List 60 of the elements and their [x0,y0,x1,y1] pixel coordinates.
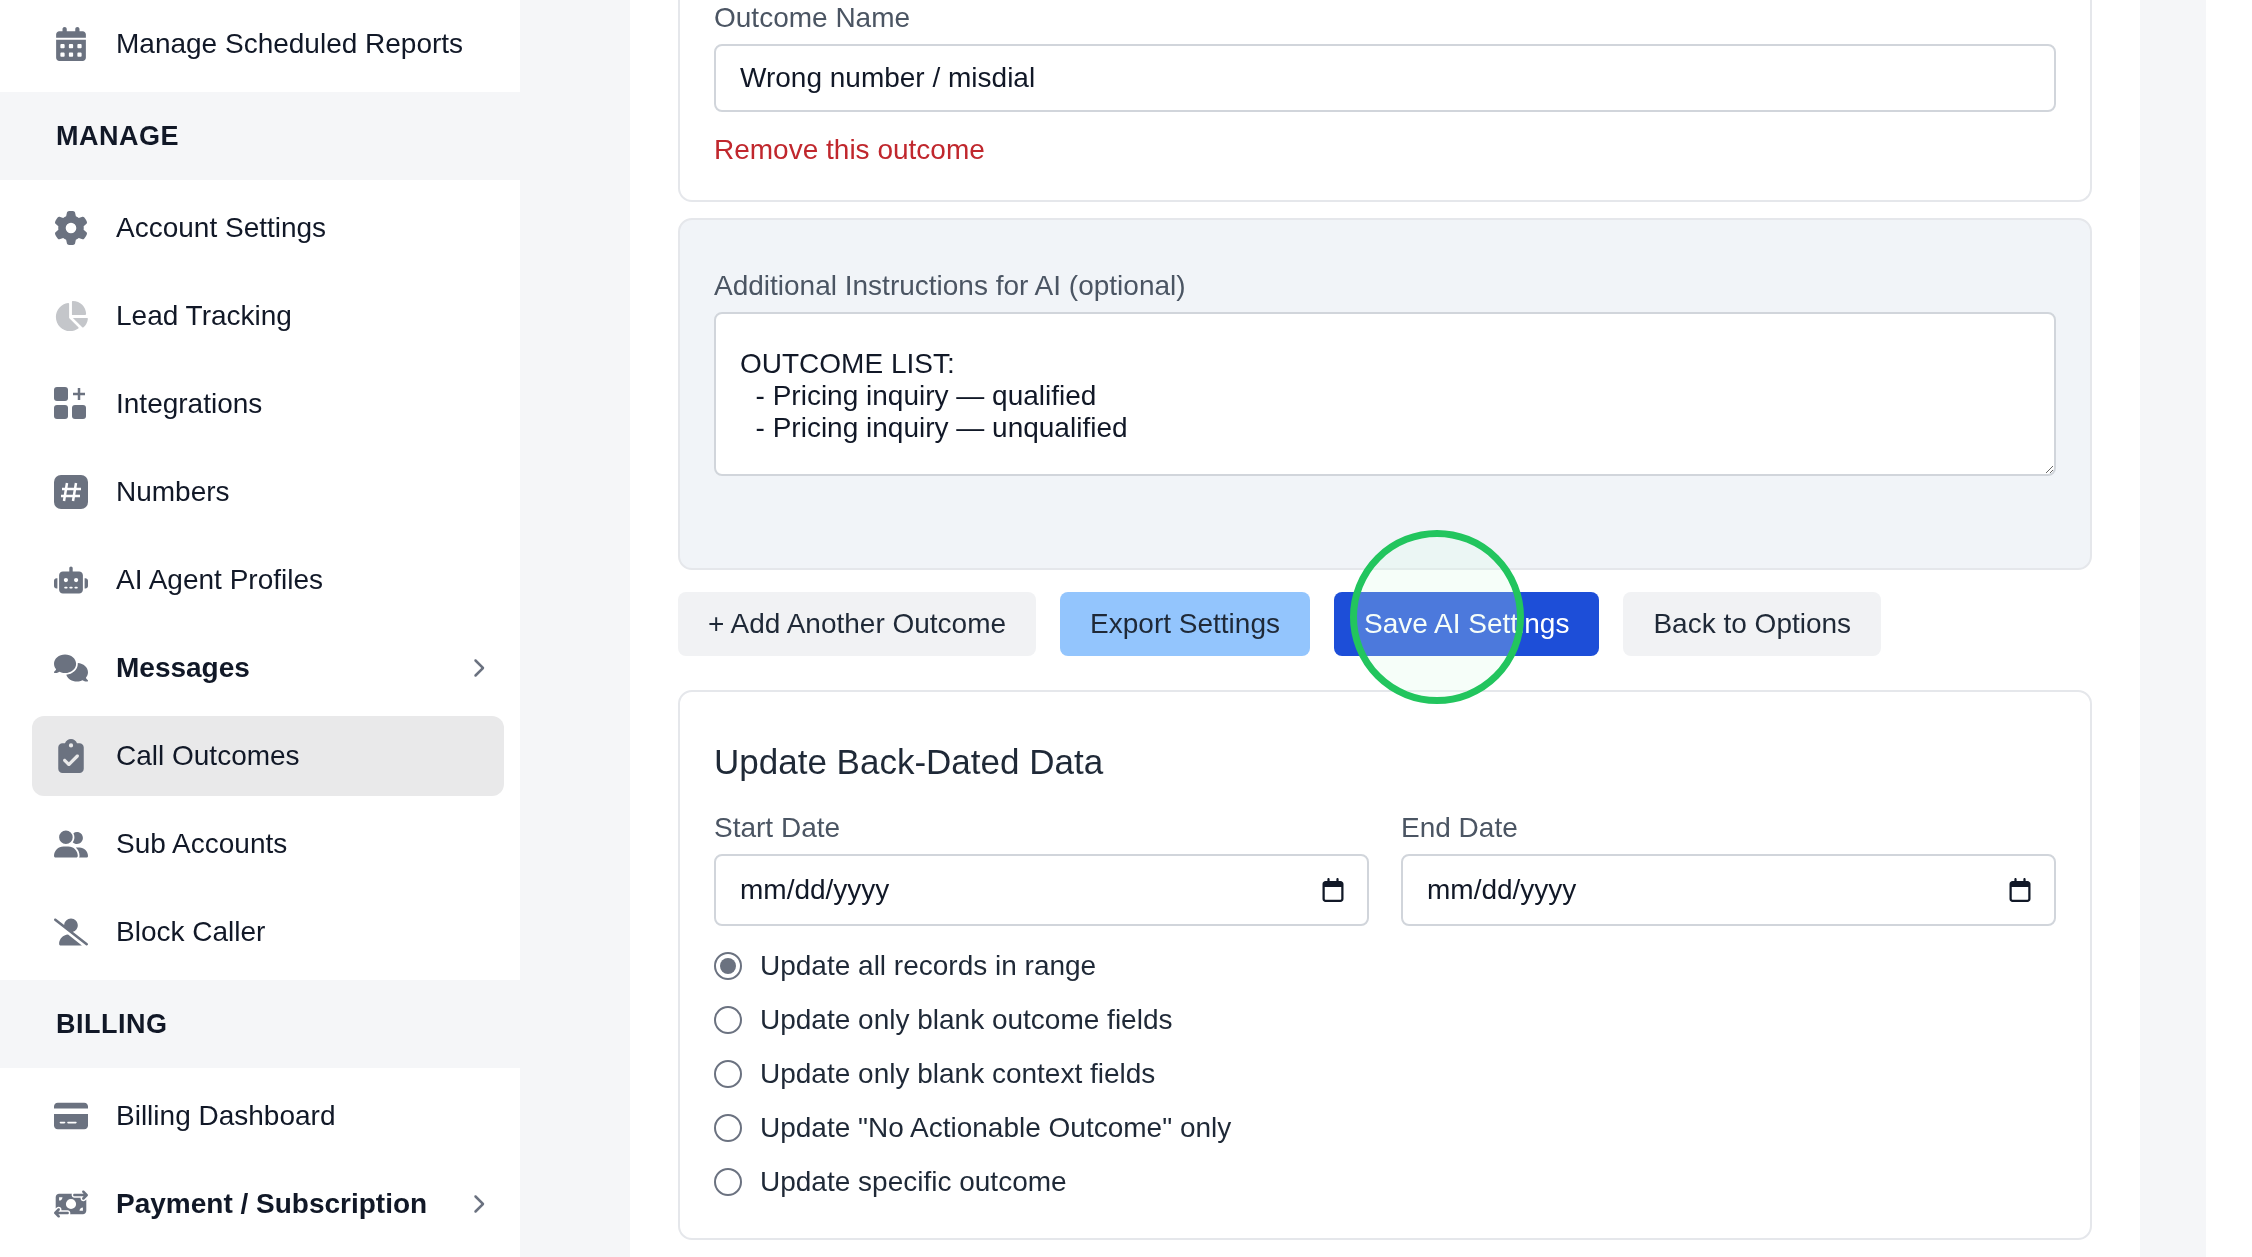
item-label: Integrations [116,388,263,420]
section-title: MANAGE [56,120,179,152]
item-label: Block Caller [116,916,266,948]
instructions-field[interactable]: OUTCOME LIST: - Pricing inquiry — qualified - Pricing inquiry — unqualified [714,312,2056,476]
grid-plus-icon [54,387,88,421]
hash-icon [54,475,88,509]
item-label: Payment / Subscription [116,1188,428,1220]
pie-chart-icon [54,299,88,333]
sidebar-item[interactable]: Lead Tracking [32,276,504,356]
calendar-icon [54,27,88,61]
users-icon [54,827,88,861]
item-label: Messages [116,652,250,684]
field-label: Additional Instructions for AI (optional) [714,270,1187,302]
item-label: Account Settings [116,212,327,244]
radio-button[interactable] [714,952,742,980]
radio-label: Update specific outcome [760,1166,1067,1198]
sidebar-item[interactable]: Manage Scheduled Reports [32,4,504,84]
chat-bubbles-icon [54,651,88,685]
radio-button[interactable] [714,1006,742,1034]
user-block-icon [54,915,88,949]
sidebar-item[interactable]: Billing Dashboard [32,1076,504,1156]
radio-label: Update only blank context fields [760,1058,1156,1090]
field-label: Outcome Name [714,2,912,34]
item-label: Billing Dashboard [116,1100,336,1132]
date-field[interactable]: mm/dd/yyyy [714,854,1369,926]
sidebar-item[interactable]: Sub Accounts [32,804,504,884]
section-title: BILLING [56,1008,168,1040]
money-transfer-icon [54,1187,88,1221]
item-label: Numbers [116,476,230,508]
radio-button[interactable] [714,1168,742,1196]
action-button[interactable]: Export Settings [1060,592,1310,656]
radio-label: Update "No Actionable Outcome" only [760,1112,1232,1144]
item-label: Sub Accounts [116,828,288,860]
sidebar-item[interactable]: Call Outcomes [32,716,504,796]
action-button[interactable]: + Add Another Outcome [678,592,1037,656]
date-field[interactable]: mm/dd/yyyy [1401,854,2056,926]
sidebar-item[interactable]: Numbers [32,452,504,532]
sidebar-item[interactable]: Payment / Subscription [32,1164,504,1244]
radio-button[interactable] [714,1114,742,1142]
sidebar-item[interactable]: AI Agent Profiles [32,540,504,620]
sidebar-item[interactable]: Block Caller [32,892,504,972]
remove-outcome-link[interactable]: Remove this outcome [714,134,985,166]
radio-button[interactable] [714,1060,742,1088]
section-heading: Update Back-Dated Data [714,742,1105,782]
item-label: AI Agent Profiles [116,564,323,596]
radio-label: Update only blank outcome fields [760,1004,1173,1036]
sidebar-item[interactable]: Integrations [32,364,504,444]
radio-label: Update all records in range [760,950,1097,982]
item-label: Call Outcomes [116,740,300,772]
sidebar-item[interactable]: Messages [32,628,504,708]
sidebar-item[interactable]: Account Settings [32,188,504,268]
settings-icon [54,211,88,245]
field-label: End Date [1401,812,1519,844]
calendar-icon[interactable] [2008,878,2032,902]
calendar-icon[interactable] [1321,878,1345,902]
outcome-name-field[interactable]: Wrong number / misdial [714,44,2056,112]
field-label: Start Date [714,812,842,844]
item-label: Manage Scheduled Reports [116,28,464,60]
action-button[interactable]: Back to Options [1623,592,1882,656]
item-label: Lead Tracking [116,300,292,332]
